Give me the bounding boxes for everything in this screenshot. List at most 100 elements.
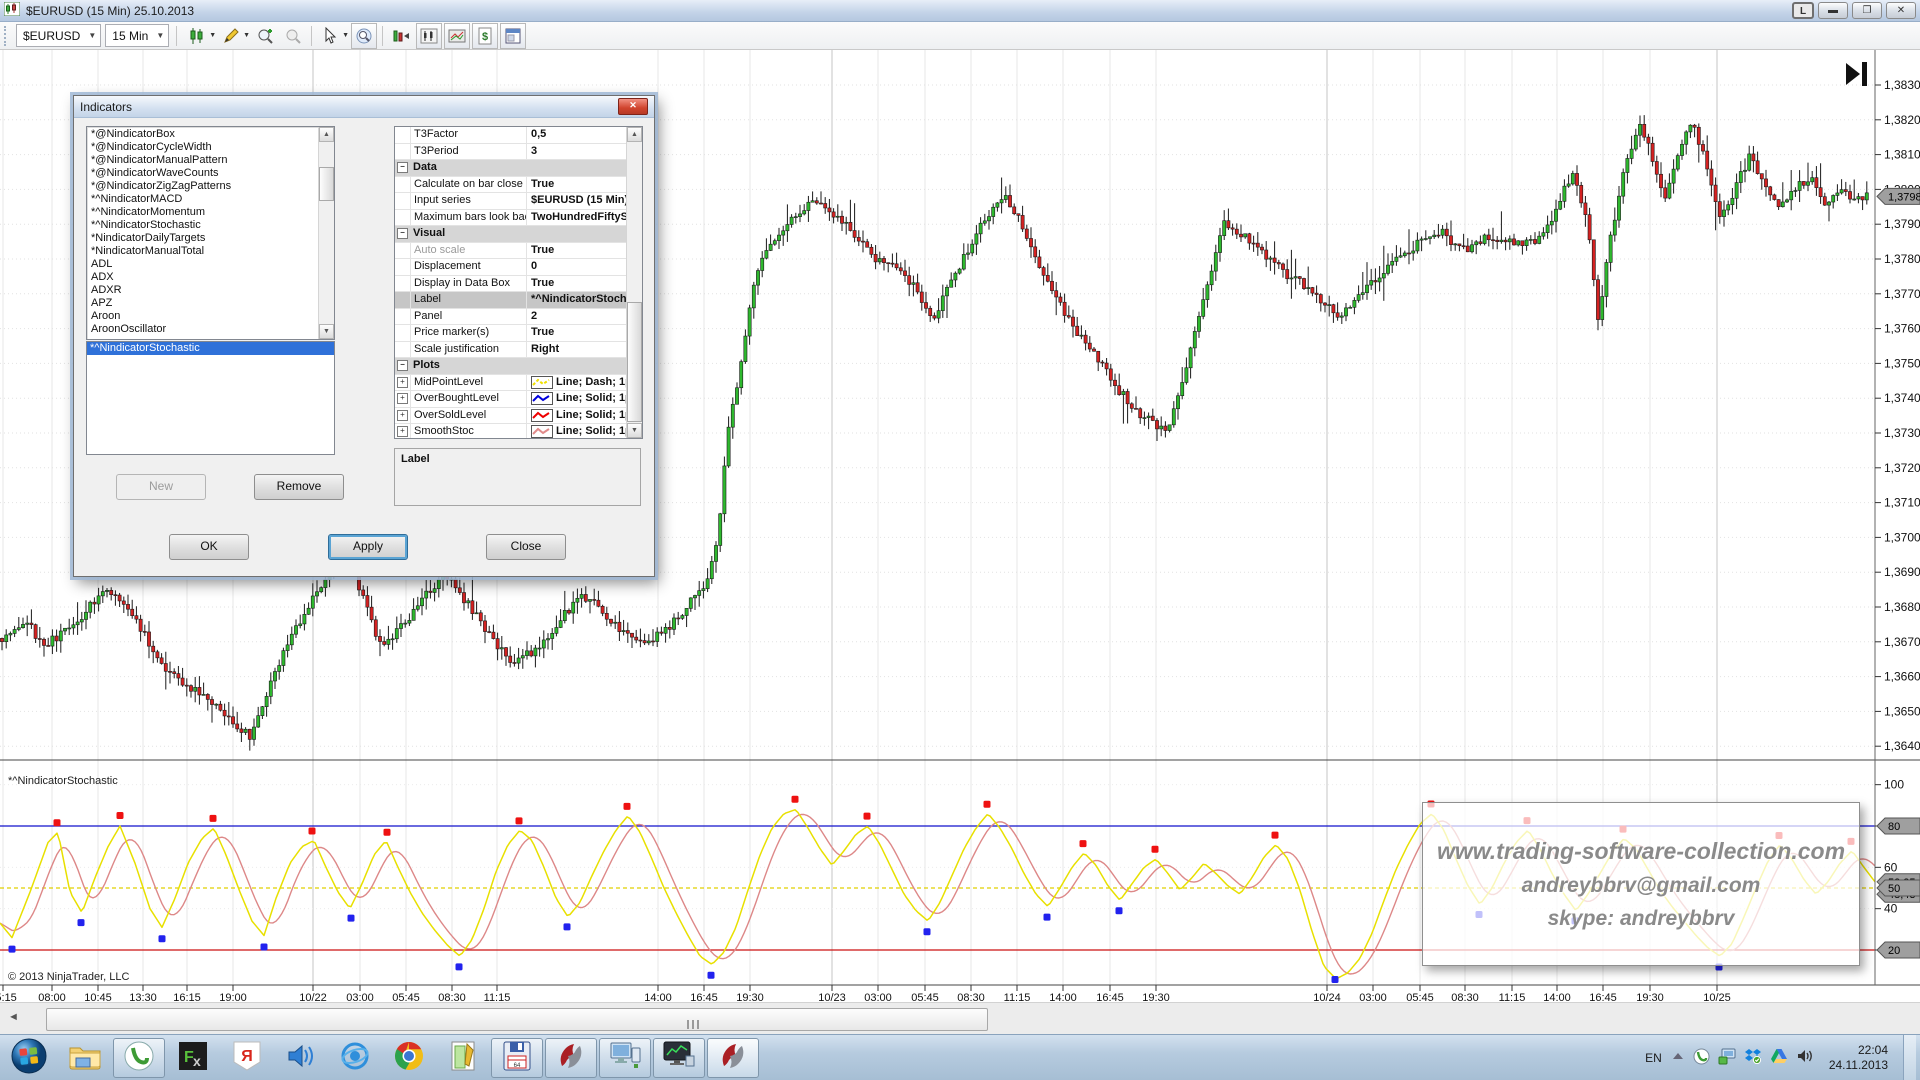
property-value[interactable]: Right <box>527 342 642 358</box>
available-indicator-item[interactable]: *^NindicatorMACD <box>88 193 318 206</box>
chart-trader-button[interactable] <box>416 23 442 49</box>
property-category-row[interactable]: −Plots <box>395 358 642 375</box>
property-row[interactable]: +SmoothStocLine; Solid; 1px <box>395 424 642 439</box>
property-value[interactable]: TwoHundredFiftySix <box>527 210 642 226</box>
bar-spacing-button[interactable] <box>388 23 414 49</box>
property-row[interactable]: Scale justificationRight <box>395 342 642 359</box>
dropbox-tray-icon[interactable] <box>1744 1048 1762 1067</box>
available-indicator-item[interactable]: *^NindicatorMomentum <box>88 206 318 219</box>
apply-button[interactable]: Apply <box>328 534 408 560</box>
scroll-down-icon[interactable]: ▼ <box>627 423 642 438</box>
grid-scrollbar[interactable]: ▲ ▼ <box>626 127 642 438</box>
taskbar-item-ninjatrader[interactable] <box>545 1038 597 1078</box>
configured-indicators-list[interactable]: *^NindicatorStochastic <box>86 341 335 455</box>
close-button[interactable]: ✕ <box>1886 2 1916 19</box>
property-category-row[interactable]: −Visual <box>395 226 642 243</box>
indicator-property-grid[interactable]: T3Factor0,5T3Period3−DataCalculate on ba… <box>394 126 643 439</box>
dialog-close-action-button[interactable]: Close <box>486 534 566 560</box>
properties-button[interactable] <box>500 23 526 49</box>
scroll-left-icon[interactable]: ◄ <box>8 1011 19 1023</box>
zoom-out-button[interactable] <box>280 23 306 49</box>
available-indicator-item[interactable]: *@NindicatorBox <box>88 128 318 141</box>
account-button[interactable]: $ <box>472 23 498 49</box>
property-row[interactable]: +MidPointLevelLine; Dash; 1px <box>395 375 642 392</box>
taskbar-item-utorrent[interactable] <box>113 1038 165 1078</box>
taskbar-item-yandex-browser[interactable]: Я <box>221 1038 273 1078</box>
taskbar-item-ninjatrader-active[interactable] <box>707 1038 759 1078</box>
snapshot-button[interactable] <box>444 23 470 49</box>
restore-button[interactable]: ❐ <box>1852 2 1882 19</box>
dialog-close-button[interactable]: ✕ <box>618 98 648 115</box>
taskbar-item-fx-app[interactable]: Fx <box>167 1038 219 1078</box>
drawing-tools-button[interactable] <box>218 23 244 49</box>
property-row[interactable]: Displacement0 <box>395 259 642 276</box>
property-row[interactable]: T3Period3 <box>395 144 642 161</box>
property-value[interactable]: Line; Dash; 1px <box>527 375 642 391</box>
language-indicator[interactable]: EN <box>1645 1051 1662 1065</box>
scroll-thumb[interactable] <box>627 302 642 422</box>
data-box-button[interactable] <box>351 23 377 49</box>
scrollbar-thumb[interactable] <box>46 1008 988 1031</box>
available-indicator-item[interactable]: *@NindicatorManualPattern <box>88 154 318 167</box>
collapse-icon[interactable]: − <box>397 162 408 173</box>
scroll-down-icon[interactable]: ▼ <box>319 324 334 339</box>
taskbar-item-workstation[interactable] <box>599 1038 651 1078</box>
expand-icon[interactable]: + <box>397 377 408 388</box>
property-value[interactable]: True <box>527 325 642 341</box>
zoom-in-button[interactable] <box>252 23 278 49</box>
property-value[interactable]: 2 <box>527 309 642 325</box>
property-row[interactable]: +OverSoldLevelLine; Solid; 1px <box>395 408 642 425</box>
new-button[interactable]: New <box>116 474 206 500</box>
expand-icon[interactable]: + <box>397 426 408 437</box>
property-value[interactable]: 0 <box>527 259 642 275</box>
taskbar-item-explorer[interactable] <box>59 1038 111 1078</box>
collapse-icon[interactable]: − <box>397 228 408 239</box>
available-indicator-item[interactable]: ADX <box>88 271 318 284</box>
ok-button[interactable]: OK <box>169 534 249 560</box>
instrument-selector[interactable]: $EURUSD▼ <box>16 24 101 47</box>
property-value[interactable]: Line; Solid; 1px <box>527 408 642 424</box>
gdrive-tray-icon[interactable] <box>1770 1048 1788 1067</box>
property-value[interactable]: True <box>527 243 642 259</box>
available-indicator-item[interactable]: *NindicatorDailyTargets <box>88 232 318 245</box>
taskbar-item-start-button[interactable] <box>1 1038 57 1078</box>
property-row[interactable]: Input series$EURUSD (15 Min) <box>395 193 642 210</box>
volume-tray-icon[interactable] <box>1796 1048 1814 1067</box>
chevron-down-icon[interactable]: ▼ <box>209 32 216 39</box>
property-category-row[interactable]: −Data <box>395 160 642 177</box>
taskbar-item-notepad-editor[interactable] <box>437 1038 489 1078</box>
property-row[interactable]: Display in Data BoxTrue <box>395 276 642 293</box>
list-scrollbar[interactable]: ▲ ▼ <box>318 127 334 339</box>
taskbar-item-trading-terminal[interactable] <box>653 1038 705 1078</box>
available-indicator-item[interactable]: ADXR <box>88 284 318 297</box>
taskbar-item-internet-explorer[interactable] <box>329 1038 381 1078</box>
property-value[interactable]: 0,5 <box>527 127 642 143</box>
property-row[interactable]: Panel2 <box>395 309 642 326</box>
utorrent-tray-icon[interactable] <box>1693 1048 1710 1068</box>
expand-icon[interactable]: + <box>397 393 408 404</box>
expand-icon[interactable]: + <box>397 410 408 421</box>
interval-selector[interactable]: 15 Min▼ <box>105 24 169 47</box>
chevron-down-icon[interactable]: ▼ <box>342 32 349 39</box>
taskbar-item-volume-app[interactable] <box>275 1038 327 1078</box>
scroll-thumb[interactable] <box>319 167 334 201</box>
taskbar-clock[interactable]: 22:04 24.11.2013 <box>1823 1043 1894 1073</box>
property-row[interactable]: +OverBoughtLevelLine; Solid; 1px <box>395 391 642 408</box>
toolbar-grip[interactable] <box>4 26 10 46</box>
property-value[interactable]: *^NindicatorStochas <box>527 292 642 308</box>
network-tray-icon[interactable] <box>1718 1048 1736 1068</box>
property-row[interactable]: Price marker(s)True <box>395 325 642 342</box>
remove-button[interactable]: Remove <box>254 474 344 500</box>
property-row[interactable]: Label*^NindicatorStochas <box>395 292 642 309</box>
property-value[interactable]: Line; Solid; 1px <box>527 424 642 439</box>
available-indicator-item[interactable]: Aroon <box>88 310 318 323</box>
property-row[interactable]: Calculate on bar closeTrue <box>395 177 642 194</box>
scroll-up-icon[interactable]: ▲ <box>627 127 642 142</box>
property-row[interactable]: Maximum bars look backTwoHundredFiftySix <box>395 210 642 227</box>
minimize-button[interactable]: ▬ <box>1818 2 1848 19</box>
available-indicator-item[interactable]: *@NindicatorCycleWidth <box>88 141 318 154</box>
available-indicator-item[interactable]: *NindicatorManualTotal <box>88 245 318 258</box>
configured-indicator-item[interactable]: *^NindicatorStochastic <box>87 342 334 355</box>
chevron-down-icon[interactable]: ▼ <box>243 32 250 39</box>
cursor-button[interactable] <box>317 23 343 49</box>
